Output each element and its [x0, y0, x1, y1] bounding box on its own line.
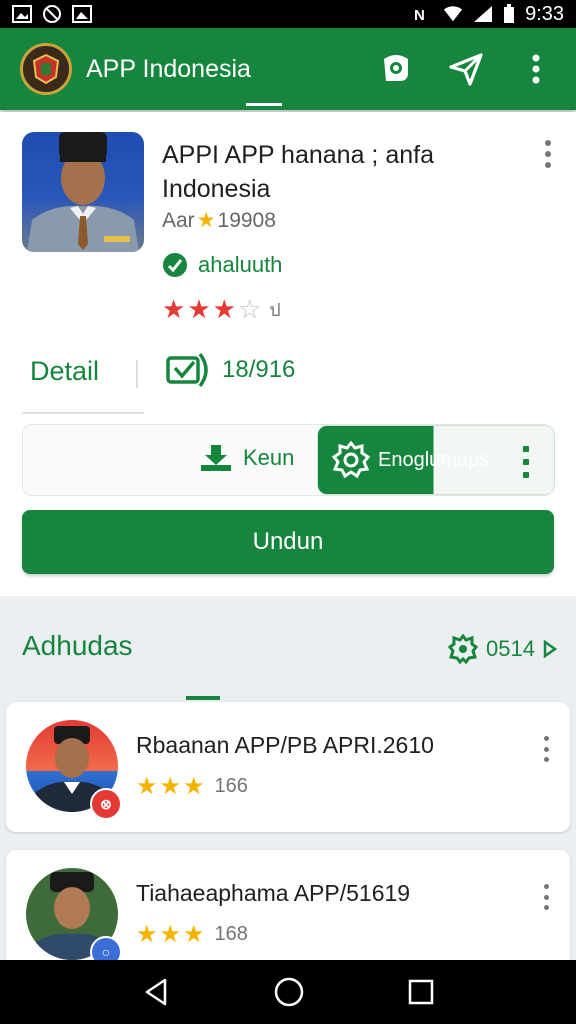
star-filled-icon: ★ [159, 921, 182, 948]
app-detail-card: APPI APP hanana ; anfa Indonesia Aar ★ 1… [0, 112, 576, 596]
blocked-notification-icon [43, 5, 61, 23]
list-item-rating: ★ ★ ★ 166 [136, 772, 248, 801]
card-overflow-menu[interactable] [542, 140, 554, 168]
star-filled-icon: ★ [159, 773, 182, 800]
list-item-count: 166 [214, 775, 248, 797]
list-item-title: Rbaanan APP/PB APRI.2610 [136, 732, 434, 758]
status-time: 9:33 [525, 2, 564, 25]
person-portrait-icon [27, 132, 139, 252]
chevron-right-icon [543, 640, 557, 658]
verified-badge: ahaluuth [162, 252, 282, 278]
wifi-icon [443, 6, 463, 22]
verified-check-icon [163, 253, 187, 277]
star-empty-icon: ☆ [237, 294, 262, 324]
section-action-label: 0514 [486, 636, 535, 661]
gear-icon [448, 634, 478, 664]
list-item[interactable]: ⊗ Rbaanan APP/PB APRI.2610 ★ ★ ★ 166 [6, 702, 570, 832]
star-filled-icon: ★ [136, 773, 158, 800]
language-more-icon[interactable] [522, 446, 530, 478]
version-info[interactable]: 18/916 [166, 350, 295, 390]
star-filled-icon: ★ [136, 921, 158, 948]
download-tray-icon [201, 445, 231, 471]
app-title: APP Indonesia [86, 54, 282, 106]
app-name: APPI APP hanana ; anfa Indonesia [162, 141, 434, 203]
star-filled-icon: ★ [183, 773, 205, 800]
signal-icon [474, 6, 493, 22]
nfc-icon: N [414, 7, 425, 23]
version-check-icon [166, 352, 208, 388]
star-filled-icon: ★ [212, 294, 236, 324]
meta-prefix: Aar [162, 208, 195, 232]
download-button[interactable]: Undun [22, 510, 554, 574]
star-filled-icon: ★ [183, 921, 205, 948]
search-button[interactable] [376, 49, 416, 89]
language-button[interactable]: Enoglumaps [317, 425, 555, 495]
more-vert-icon [532, 54, 540, 84]
language-label: Enoglumaps [378, 448, 490, 471]
section-indicator [186, 696, 220, 700]
list-item-count: 168 [214, 923, 248, 945]
gear-icon [332, 441, 370, 479]
tab-detail[interactable]: Detail [22, 352, 144, 414]
gallery-notification-icon [72, 5, 92, 23]
status-badge-icon: ⊗ [90, 788, 122, 820]
system-nav-bar [0, 960, 576, 1024]
battery-icon [504, 4, 515, 23]
home-icon[interactable] [273, 976, 305, 1008]
status-bar: N 9:33 [0, 0, 576, 28]
version-label: 18/916 [222, 356, 296, 383]
image-notification-icon [12, 5, 32, 23]
app-thumbnail[interactable] [22, 132, 144, 252]
verified-label: ahaluuth [198, 252, 283, 277]
rating-suffix: ป [269, 300, 281, 320]
recents-icon[interactable] [407, 978, 435, 1006]
list-item-more-icon[interactable] [542, 884, 550, 910]
svg-text:N: N [414, 7, 425, 23]
back-icon[interactable] [141, 977, 171, 1007]
star-filled-icon: ★ [162, 294, 186, 324]
star-filled-icon: ★ [187, 294, 211, 324]
share-button[interactable] [446, 49, 486, 89]
action-row: Keun Enoglumaps [22, 424, 555, 496]
app-logo[interactable] [20, 43, 72, 95]
list-item-more-icon[interactable] [542, 736, 550, 762]
tab-divider [136, 360, 138, 388]
section-action[interactable]: 0514 [448, 634, 557, 664]
search-icon [384, 55, 408, 81]
meta-value: 19908 [217, 208, 276, 232]
keun-button[interactable]: Keun [199, 443, 294, 473]
app-rating: ★ ★ ★ ☆ ป [162, 294, 281, 325]
section-title: Adhudas [22, 630, 133, 661]
app-meta: Aar ★ 19908 [162, 208, 276, 233]
list-item-title: Tiahaeaphama APP/51619 [136, 880, 411, 906]
app-bar: APP Indonesia [0, 28, 576, 110]
keun-label: Keun [243, 445, 295, 470]
list-item-rating: ★ ★ ★ 168 [136, 920, 248, 949]
more-options-button[interactable] [516, 49, 556, 89]
send-icon [449, 53, 483, 86]
emblem-icon [32, 53, 60, 85]
star-icon: ★ [196, 209, 216, 232]
